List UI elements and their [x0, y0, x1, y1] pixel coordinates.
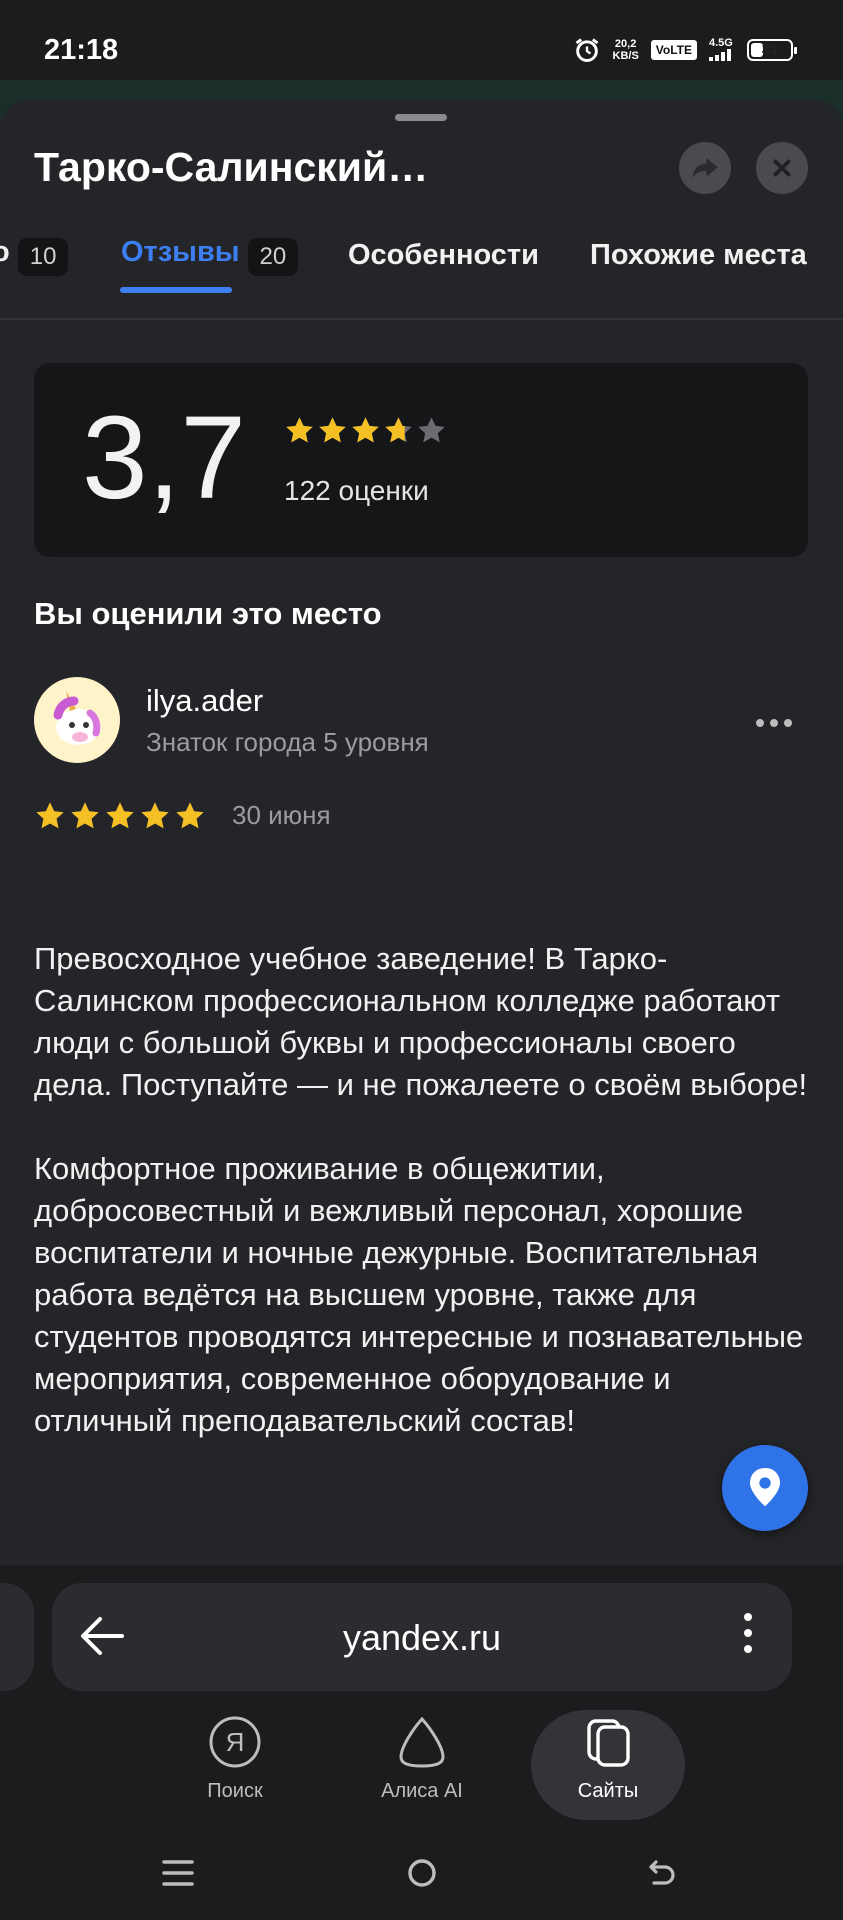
map-pin-icon — [750, 1468, 780, 1507]
previous-tab-stub[interactable] — [0, 1583, 34, 1691]
review-more-button[interactable] — [756, 719, 792, 727]
browser-menu-button[interactable] — [744, 1613, 752, 1653]
tabs-divider — [0, 318, 843, 320]
dot — [784, 719, 792, 727]
star-icon — [317, 415, 348, 446]
recent-apps-icon[interactable] — [162, 1857, 194, 1889]
place-title: Тарко-Салинский… — [34, 144, 429, 190]
dot — [770, 719, 778, 727]
sheet-drag-handle[interactable] — [395, 114, 447, 121]
battery-level: 31 — [761, 41, 779, 58]
system-nav-bar — [0, 1845, 843, 1920]
star-icon — [350, 415, 381, 446]
share-icon — [692, 158, 718, 178]
avatar[interactable] — [34, 677, 120, 763]
star-icon — [174, 800, 206, 832]
review-date: 30 июня — [232, 800, 331, 830]
signal-icon: 4.5G — [709, 37, 735, 64]
tab-label: Похожие места — [590, 239, 807, 271]
place-sheet: Тарко-Салинский… о 10 Отзывы 20 Особенност… — [0, 100, 843, 1565]
tab-photos[interactable]: о 10 — [0, 236, 69, 276]
tab-label: Особенности — [348, 239, 539, 271]
close-button[interactable] — [756, 142, 808, 194]
status-icons: 20,2 KB/S VoLTE 4.5G 31 — [573, 36, 797, 64]
star-icon — [104, 800, 136, 832]
dot — [744, 1613, 752, 1621]
svg-text:Я: Я — [226, 1727, 245, 1757]
sites-icon — [587, 1719, 630, 1767]
dot — [756, 719, 764, 727]
net-speed: 20,2 KB/S — [612, 38, 639, 62]
nav-label: Алиса AI — [381, 1780, 463, 1802]
status-bar: 21:18 20,2 KB/S VoLTE 4.5G 31 — [0, 0, 843, 80]
rating-summary-card: 3,7 122 оценки — [34, 363, 808, 557]
rating-value: 3,7 — [82, 392, 247, 524]
close-icon — [773, 159, 791, 177]
tab-badge: 20 — [247, 237, 299, 276]
nav-label: Сайты — [577, 1780, 639, 1802]
tab-reviews[interactable]: Отзывы 20 — [121, 236, 299, 276]
star-icon — [416, 415, 447, 446]
my-review-heading: Вы оценили это место — [34, 596, 382, 631]
dot — [744, 1645, 752, 1653]
url-text[interactable]: yandex.ru — [52, 1617, 792, 1659]
battery-icon: 31 — [747, 39, 797, 61]
tab-label: Отзывы — [121, 236, 240, 268]
nav-sites[interactable]: Сайты — [533, 1715, 683, 1803]
browser-bar: yandex.ru Я Поиск Алиса AI Сайты — [0, 1565, 843, 1920]
review-paragraph: Комфортное проживание в общежитии, добро… — [34, 1151, 804, 1438]
nav-alice[interactable]: Алиса AI — [347, 1715, 497, 1803]
star-icon — [383, 415, 414, 446]
rating-stars — [284, 415, 447, 446]
volte-badge: VoLTE — [650, 40, 697, 60]
home-icon[interactable] — [406, 1857, 438, 1889]
tab-similar-places[interactable]: Похожие места — [590, 239, 807, 272]
alarm-icon — [575, 38, 598, 62]
star-icon — [69, 800, 101, 832]
map-location-button[interactable] — [722, 1445, 808, 1531]
review-paragraph: Превосходное учебное заведение! В Тарко-… — [34, 941, 808, 1102]
alice-icon — [399, 1716, 445, 1768]
address-bar[interactable]: yandex.ru — [52, 1583, 792, 1691]
star-icon — [34, 800, 66, 832]
reviewer-level: Знаток города 5 уровня — [146, 727, 429, 757]
rating-count: 122 оценки — [284, 475, 429, 506]
tab-features[interactable]: Особенности — [348, 239, 539, 272]
nav-search[interactable]: Я Поиск — [160, 1715, 310, 1803]
status-time: 21:18 — [44, 34, 119, 66]
share-button[interactable] — [679, 142, 731, 194]
review-stars — [34, 800, 206, 832]
system-back-icon[interactable] — [646, 1857, 678, 1889]
star-icon — [139, 800, 171, 832]
nav-label: Поиск — [207, 1780, 263, 1802]
review-text: Превосходное учебное заведение! В Тарко-… — [34, 938, 814, 1484]
star-icon — [284, 415, 315, 446]
tab-badge: 10 — [17, 237, 69, 276]
yandex-icon: Я — [209, 1716, 261, 1768]
dot — [744, 1629, 752, 1637]
reviewer-name[interactable]: ilya.ader — [146, 683, 263, 719]
unicorn-avatar-icon — [53, 691, 101, 745]
active-tab-indicator — [120, 287, 232, 293]
